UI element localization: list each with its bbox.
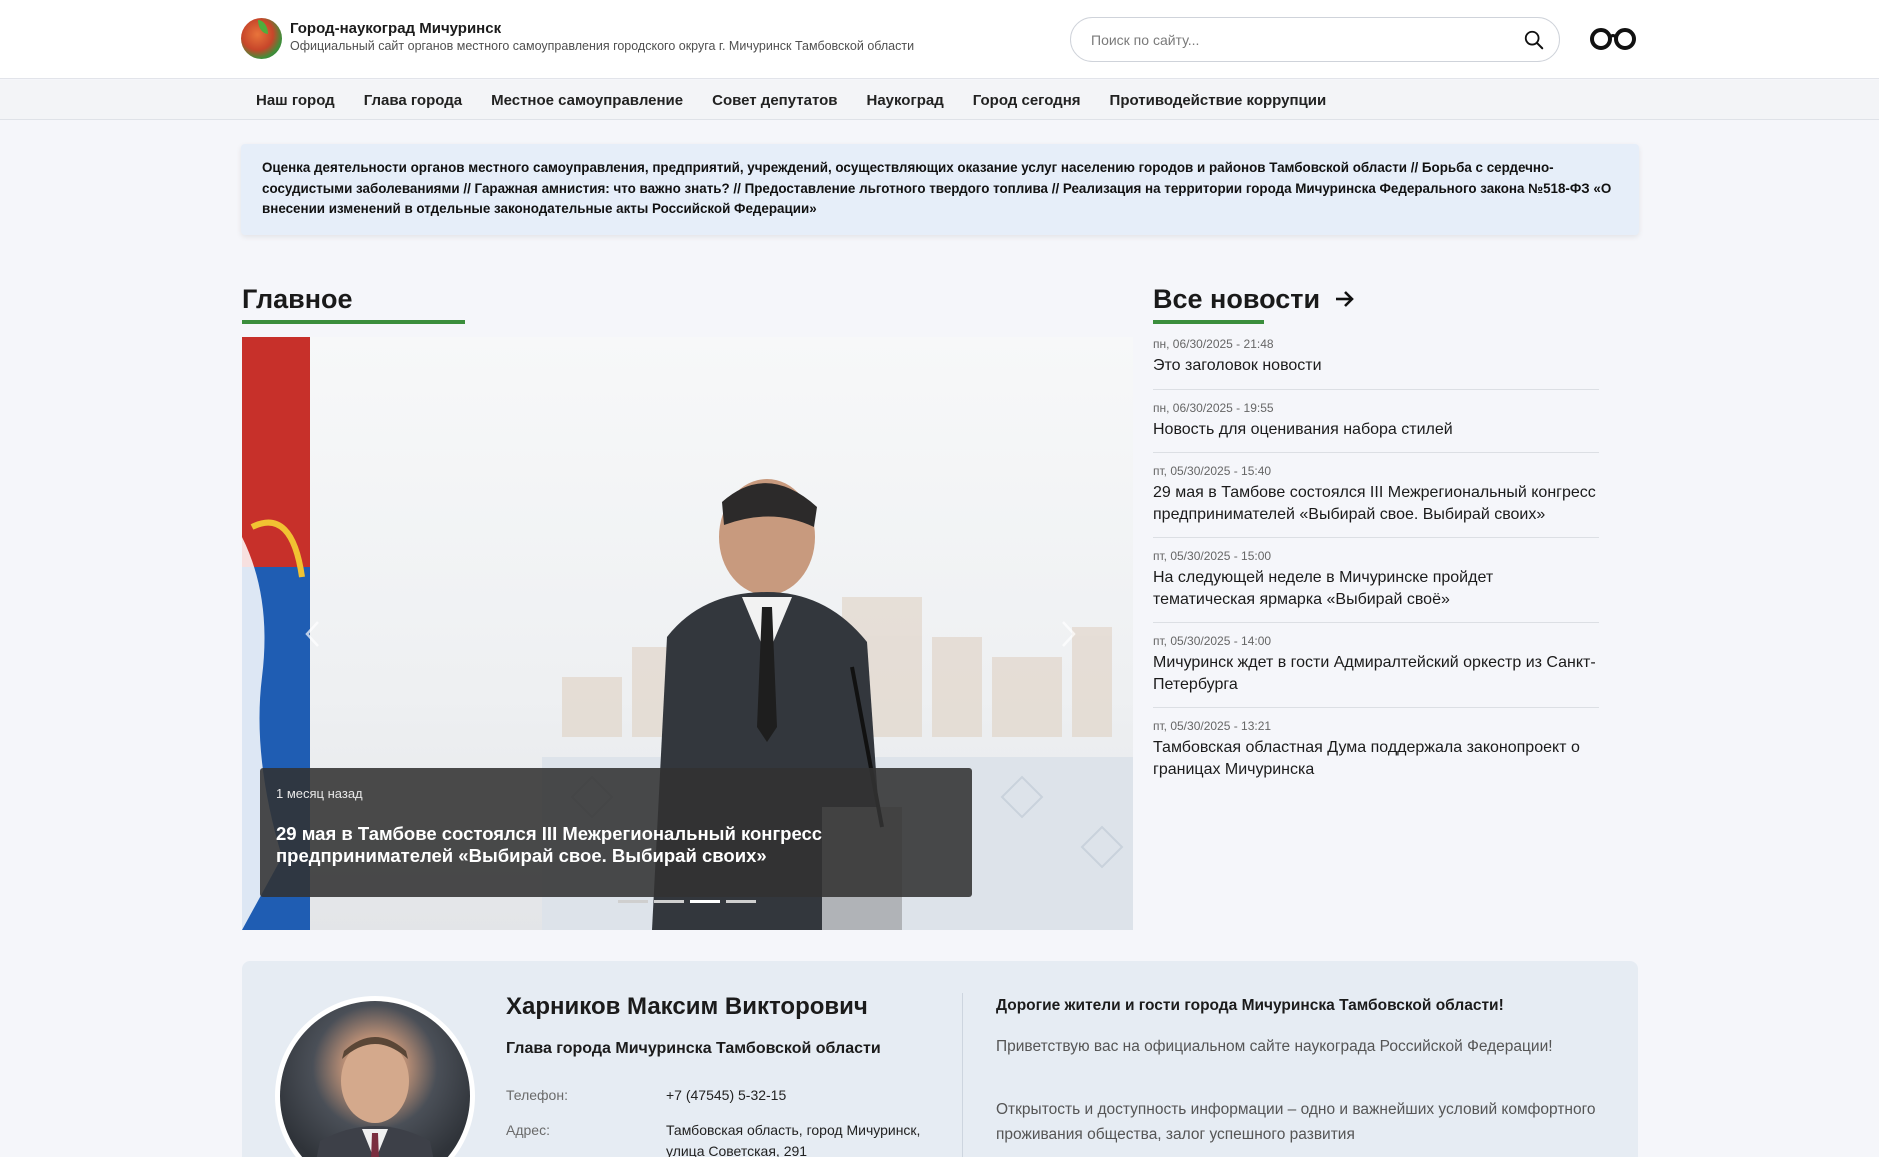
slide-caption[interactable]: 1 месяц назад 29 мая в Тамбове состоялся… bbox=[260, 768, 972, 897]
accessibility-glasses-icon[interactable] bbox=[1589, 24, 1637, 54]
nav-item-council[interactable]: Совет депутатов bbox=[712, 92, 837, 109]
nav-item-city-today[interactable]: Город сегодня bbox=[973, 92, 1081, 109]
site-header: Город-наукоград Мичуринск Официальный са… bbox=[0, 0, 1879, 79]
phone-value[interactable]: +7 (47545) 5-32-15 bbox=[666, 1085, 926, 1106]
news-list: пн, 06/30/2025 - 21:48 Это заголовок нов… bbox=[1153, 337, 1599, 803]
news-title[interactable]: Мичуринск ждет в гости Адмиралтейский ор… bbox=[1153, 652, 1599, 695]
announcements-ticker: Оценка деятельности органов местного сам… bbox=[241, 144, 1639, 235]
news-date: пн, 06/30/2025 - 19:55 bbox=[1153, 400, 1274, 415]
ticker-separator: // bbox=[729, 180, 745, 196]
news-section-title-text[interactable]: Все новости bbox=[1153, 284, 1320, 314]
slide-time: 1 месяц назад bbox=[276, 786, 363, 801]
news-item[interactable]: пн, 06/30/2025 - 19:55 Новость для оцени… bbox=[1153, 400, 1599, 453]
arrow-right-icon[interactable] bbox=[1334, 288, 1356, 310]
news-item[interactable]: пт, 05/30/2025 - 14:00 Мичуринск ждет в … bbox=[1153, 634, 1599, 708]
news-item[interactable]: пт, 05/30/2025 - 15:40 29 мая в Тамбове … bbox=[1153, 464, 1599, 538]
nav-item-our-city[interactable]: Наш город bbox=[256, 92, 335, 109]
news-item[interactable]: пн, 06/30/2025 - 21:48 Это заголовок нов… bbox=[1153, 337, 1599, 390]
main-nav: Наш город Глава города Местное самоуправ… bbox=[0, 80, 1879, 120]
card-divider bbox=[962, 993, 963, 1157]
slide-title[interactable]: 29 мая в Тамбове состоялся III Межрегион… bbox=[276, 823, 956, 867]
news-item[interactable]: пт, 05/30/2025 - 15:00 На следующей неде… bbox=[1153, 549, 1599, 623]
ticker-link[interactable]: Гаражная амнистия: что важно знать? bbox=[475, 181, 730, 196]
nav-item-city-head[interactable]: Глава города bbox=[364, 92, 462, 109]
site-subtitle: Официальный сайт органов местного самоуп… bbox=[290, 39, 915, 53]
address-value: Тамбовская область, город Мичуринск, ули… bbox=[666, 1122, 921, 1157]
ticker-separator: // bbox=[1407, 160, 1422, 175]
site-title[interactable]: Город-наукоград Мичуринск bbox=[290, 20, 501, 37]
city-head-photo bbox=[280, 1001, 470, 1157]
slider-prev-icon[interactable] bbox=[302, 619, 324, 649]
ticker-link[interactable]: Оценка деятельности органов местного сам… bbox=[262, 160, 1407, 175]
news-section-title[interactable]: Все новости bbox=[1153, 284, 1356, 315]
nav-item-science-city[interactable]: Наукоград bbox=[866, 92, 943, 109]
avatar bbox=[275, 996, 475, 1157]
ticker-text: Оценка деятельности органов местного сам… bbox=[262, 158, 1619, 220]
nav-item-local-government[interactable]: Местное самоуправление bbox=[491, 92, 683, 109]
news-date: пт, 05/30/2025 - 15:00 bbox=[1153, 549, 1272, 563]
news-title[interactable]: Это заголовок новости bbox=[1153, 355, 1599, 377]
city-head-role: Глава города Мичуринска Тамбовской облас… bbox=[506, 1040, 881, 1057]
city-head-name: Харников Максим Викторович bbox=[506, 993, 868, 1020]
ticker-separator: // bbox=[1048, 180, 1063, 196]
news-date: пт, 05/30/2025 - 13:21 bbox=[1153, 719, 1272, 733]
news-title[interactable]: Тамбовская областная Дума поддержала зак… bbox=[1153, 737, 1599, 780]
news-date: пт, 05/30/2025 - 15:40 bbox=[1153, 464, 1272, 478]
ticker-separator: // bbox=[459, 180, 475, 196]
city-logo[interactable] bbox=[241, 18, 282, 59]
main-section-title: Главное bbox=[242, 284, 353, 314]
search-input[interactable] bbox=[1091, 29, 1501, 51]
featured-slider[interactable]: 1 месяц назад 29 мая в Тамбове состоялся… bbox=[242, 337, 1133, 930]
nav-item-anticorruption[interactable]: Противодействие коррупции bbox=[1110, 92, 1327, 109]
slider-dot[interactable] bbox=[726, 900, 756, 903]
news-title[interactable]: Новость для оценивания набора стилей bbox=[1153, 419, 1599, 441]
search-icon[interactable] bbox=[1523, 29, 1545, 51]
slider-next-icon[interactable] bbox=[1057, 619, 1079, 649]
news-date: пт, 05/30/2025 - 14:00 bbox=[1153, 634, 1272, 648]
news-item[interactable]: пт, 05/30/2025 - 13:21 Тамбовская област… bbox=[1153, 719, 1599, 792]
greeting-paragraph: Приветствую вас на официальном сайте нау… bbox=[996, 1038, 1553, 1055]
news-section-underline bbox=[1153, 320, 1264, 324]
slider-dot[interactable] bbox=[690, 900, 720, 903]
address-label: Адрес: bbox=[506, 1122, 550, 1138]
head-photo-image bbox=[316, 1037, 434, 1157]
main-section-underline bbox=[242, 320, 465, 324]
search-box bbox=[1070, 17, 1560, 62]
phone-label: Телефон: bbox=[506, 1087, 568, 1103]
city-head-card: Харников Максим Викторович Глава города … bbox=[242, 961, 1638, 1157]
slider-dot[interactable] bbox=[654, 900, 684, 903]
slider-dot[interactable] bbox=[618, 900, 648, 903]
greeting-title: Дорогие жители и гости города Мичуринска… bbox=[996, 997, 1504, 1014]
news-title[interactable]: На следующей неделе в Мичуринске пройдет… bbox=[1153, 567, 1599, 610]
news-title[interactable]: 29 мая в Тамбове состоялся III Межрегион… bbox=[1153, 482, 1599, 525]
greeting-paragraph: Открытость и доступность информации – од… bbox=[996, 1101, 1596, 1143]
news-date: пн, 06/30/2025 - 21:48 bbox=[1153, 337, 1274, 351]
logo-leaf-icon bbox=[258, 20, 268, 34]
slider-dots bbox=[618, 900, 762, 903]
ticker-link[interactable]: Предоставление льготного твердого топлив… bbox=[745, 181, 1048, 196]
